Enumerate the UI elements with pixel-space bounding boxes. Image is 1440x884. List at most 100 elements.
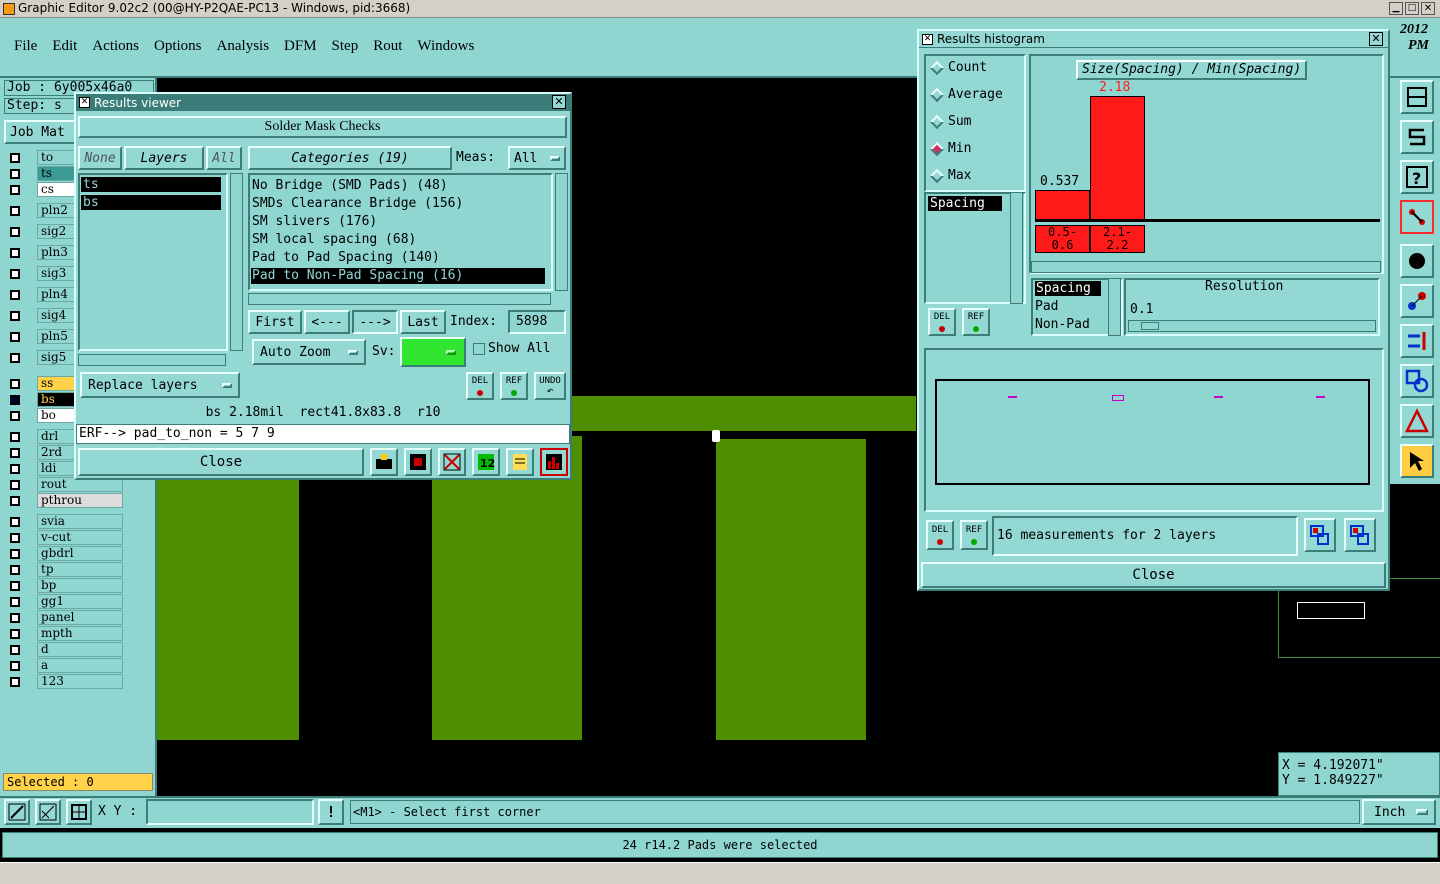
layer-checkbox[interactable]: [10, 464, 20, 474]
resolution-thumb[interactable]: [1141, 322, 1159, 330]
none-button[interactable]: None: [78, 146, 122, 170]
hist-del-button[interactable]: DEL: [928, 308, 956, 336]
menu-actions[interactable]: Actions: [92, 38, 139, 58]
zoom-out-icon[interactable]: [35, 799, 61, 825]
replace-layers-select[interactable]: Replace layers: [80, 372, 240, 398]
job-matrix-button[interactable]: Job Mat: [4, 120, 76, 144]
sv-select[interactable]: [400, 337, 466, 367]
hist-ref-button-2[interactable]: REF: [960, 520, 988, 550]
layer-checkbox[interactable]: [10, 248, 20, 258]
layer-checkbox[interactable]: [10, 448, 20, 458]
layer-name[interactable]: tp: [37, 562, 123, 577]
layer-checkbox[interactable]: [10, 533, 20, 543]
import-icon[interactable]: [1344, 518, 1376, 552]
shapes-icon[interactable]: [1400, 364, 1434, 398]
zoom-in-icon[interactable]: [4, 799, 30, 825]
show-all-checkbox[interactable]: [473, 343, 485, 355]
layer-name[interactable]: a: [37, 658, 123, 673]
zoom-window-icon[interactable]: [1400, 80, 1434, 114]
type-item-pad[interactable]: Pad: [1035, 299, 1058, 314]
all-layers-button[interactable]: All: [206, 146, 242, 170]
layer-checkbox[interactable]: [10, 227, 20, 237]
layer-checkbox[interactable]: [10, 206, 20, 216]
category-hscroll[interactable]: [248, 293, 551, 305]
histogram-list-item[interactable]: Spacing: [928, 196, 1002, 211]
layer-checkbox[interactable]: [10, 353, 20, 363]
layer-checkbox[interactable]: [10, 549, 20, 559]
resolution-slider[interactable]: [1128, 320, 1376, 332]
hist-del-button-2[interactable]: DEL: [926, 520, 954, 550]
category-item[interactable]: No Bridge (SMD Pads) (48): [251, 178, 545, 194]
report-icon[interactable]: [404, 448, 432, 476]
category-scrollbar[interactable]: [555, 173, 568, 291]
type-list-scroll[interactable]: [1108, 278, 1121, 336]
first-button[interactable]: First: [248, 310, 302, 334]
layer-item-bs[interactable]: bs: [81, 195, 221, 210]
hist-ref-button[interactable]: REF: [962, 308, 990, 336]
layer-name[interactable]: pthrou: [37, 493, 123, 508]
layer-item-ts[interactable]: ts: [81, 177, 221, 192]
menu-dfm[interactable]: DFM: [284, 38, 317, 58]
close-icon[interactable]: ✕: [1369, 32, 1383, 46]
layer-checkbox[interactable]: [10, 153, 20, 163]
ref-button[interactable]: REF: [500, 372, 528, 400]
layer-checkbox[interactable]: [10, 581, 20, 591]
close-button[interactable]: ✕: [1421, 2, 1435, 15]
arc-icon[interactable]: [1400, 404, 1434, 438]
unit-select[interactable]: Inch: [1362, 799, 1436, 825]
menu-options[interactable]: Options: [154, 38, 202, 58]
menu-step[interactable]: Step: [332, 38, 359, 58]
layer-name[interactable]: gbdrl: [37, 546, 123, 561]
layer-checkbox[interactable]: [10, 169, 20, 179]
layer-checkbox[interactable]: [10, 185, 20, 195]
select-icon[interactable]: [1400, 444, 1434, 478]
menu-rout[interactable]: Rout: [373, 38, 402, 58]
layer-checkbox[interactable]: [10, 613, 20, 623]
pad-icon[interactable]: [1400, 244, 1434, 278]
menu-windows[interactable]: Windows: [417, 38, 474, 58]
type-item-spacing[interactable]: Spacing: [1035, 281, 1101, 296]
measure-icon[interactable]: [1400, 284, 1434, 318]
net-icon[interactable]: [1400, 200, 1434, 234]
category-item[interactable]: Pad to Non-Pad Spacing (16): [251, 268, 545, 284]
layer-checkbox[interactable]: [10, 645, 20, 655]
layer-name[interactable]: bp: [37, 578, 123, 593]
layer-name[interactable]: mpth: [37, 626, 123, 641]
category-item[interactable]: SMDs Clearance Bridge (156): [251, 196, 545, 212]
layer-scrollbar[interactable]: [230, 173, 243, 351]
meas-select[interactable]: All: [508, 146, 566, 170]
categories-button[interactable]: Categories (19): [248, 146, 452, 170]
close-icon[interactable]: ✕: [552, 95, 566, 109]
chart-hscroll[interactable]: [1031, 261, 1381, 273]
export-icon[interactable]: [1304, 518, 1336, 552]
layer-name[interactable]: svia: [37, 514, 123, 529]
layer-checkbox[interactable]: [10, 311, 20, 321]
rv-close-button[interactable]: Close: [78, 448, 364, 476]
layer-checkbox[interactable]: [10, 290, 20, 300]
next-button[interactable]: --->: [352, 310, 398, 334]
help-icon[interactable]: ?: [1400, 160, 1434, 194]
auto-zoom-select[interactable]: Auto Zoom: [252, 339, 366, 365]
del-button[interactable]: DEL: [466, 372, 494, 400]
menu-analysis[interactable]: Analysis: [217, 38, 270, 58]
layer-checkbox[interactable]: [10, 269, 20, 279]
layer-name[interactable]: 123: [37, 674, 123, 689]
layer-name[interactable]: panel: [37, 610, 123, 625]
menu-edit[interactable]: Edit: [52, 38, 77, 58]
histogram-icon[interactable]: [540, 448, 568, 476]
numbers-icon[interactable]: 12: [472, 448, 500, 476]
layer-checkbox[interactable]: [10, 597, 20, 607]
layer-checkbox[interactable]: [10, 432, 20, 442]
maximize-button[interactable]: □: [1405, 2, 1419, 15]
category-item[interactable]: SM local spacing (68): [251, 232, 545, 248]
layer-checkbox[interactable]: [10, 517, 20, 527]
category-item[interactable]: SM slivers (176): [251, 214, 545, 230]
alert-icon[interactable]: !: [318, 799, 344, 825]
last-button[interactable]: Last: [400, 310, 446, 334]
snap-icon[interactable]: [1400, 120, 1434, 154]
layer-hscroll[interactable]: [78, 354, 226, 366]
xy-input[interactable]: [146, 799, 314, 825]
layer-checkbox[interactable]: [10, 379, 20, 389]
layer-name[interactable]: v-cut: [37, 530, 123, 545]
histogram-list-scroll[interactable]: [1010, 192, 1023, 304]
